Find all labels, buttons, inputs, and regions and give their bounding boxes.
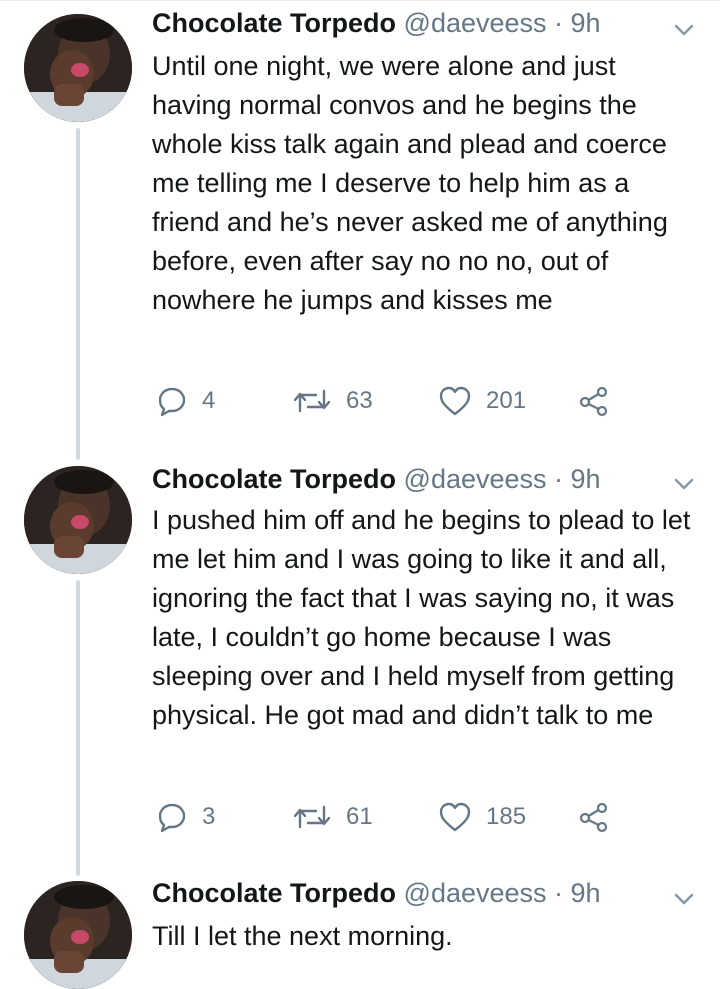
avatar[interactable] — [24, 466, 132, 574]
handle[interactable]: @daeveess — [404, 464, 547, 494]
display-name[interactable]: Chocolate Torpedo — [152, 464, 396, 494]
display-name[interactable]: Chocolate Torpedo — [152, 878, 396, 908]
heart-icon — [439, 386, 471, 416]
tweet-text: Until one night, we were alone and just … — [152, 51, 668, 315]
heart-icon — [439, 802, 471, 832]
reply-count: 3 — [202, 803, 216, 830]
tweet-text: I pushed him off and he begins to plead … — [152, 505, 691, 730]
reply-icon — [158, 387, 186, 417]
share-icon — [579, 386, 608, 417]
handle[interactable]: @daeveess — [404, 878, 547, 908]
timestamp[interactable]: · 9h — [554, 8, 601, 38]
tweet-header: Chocolate Torpedo @daeveess · 9h — [152, 6, 601, 40]
reply-button[interactable]: 3 — [156, 797, 215, 837]
timestamp[interactable]: · 9h — [554, 878, 601, 908]
reply-count: 4 — [202, 387, 216, 414]
tweet-header: Chocolate Torpedo @daeveess · 9h — [152, 462, 601, 496]
retweet-count: 61 — [346, 803, 373, 830]
avatar-photo — [24, 14, 132, 122]
share-button[interactable] — [578, 381, 610, 421]
avatar-photo — [24, 881, 132, 989]
like-button[interactable]: 185 — [438, 797, 526, 837]
tweet-actions: 3 61 185 — [152, 797, 652, 837]
timestamp[interactable]: · 9h — [554, 464, 601, 494]
chevron-down-icon[interactable] — [668, 468, 700, 500]
reply-icon — [158, 803, 186, 833]
tweet-header: Chocolate Torpedo @daeveess · 9h — [152, 876, 601, 910]
retweet-button[interactable]: 63 — [292, 381, 373, 421]
display-name[interactable]: Chocolate Torpedo — [152, 8, 396, 38]
avatar[interactable] — [24, 881, 132, 989]
tweet-text: Till I let the next morning. — [152, 921, 453, 951]
retweet-count: 63 — [346, 387, 373, 414]
tweet[interactable]: Chocolate Torpedo @daeveess · 9h I pushe… — [0, 460, 720, 876]
retweet-icon — [293, 389, 331, 413]
avatar-photo — [24, 466, 132, 574]
like-count: 185 — [486, 803, 527, 830]
like-button[interactable]: 201 — [438, 381, 526, 421]
tweet[interactable]: Chocolate Torpedo @daeveess · 9h Till I … — [0, 876, 720, 989]
tweet[interactable]: Chocolate Torpedo @daeveess · 9h Until o… — [0, 0, 720, 460]
handle[interactable]: @daeveess — [404, 8, 547, 38]
chevron-down-icon[interactable] — [668, 14, 700, 46]
thread-line — [76, 128, 80, 460]
retweet-icon — [293, 805, 331, 829]
like-count: 201 — [486, 387, 527, 414]
share-icon — [579, 802, 608, 833]
chevron-down-icon[interactable] — [668, 883, 700, 915]
tweet-actions: 4 63 201 — [152, 381, 652, 421]
avatar[interactable] — [24, 14, 132, 122]
retweet-button[interactable]: 61 — [292, 797, 373, 837]
share-button[interactable] — [578, 797, 610, 837]
reply-button[interactable]: 4 — [156, 381, 215, 421]
thread-line — [76, 580, 80, 876]
